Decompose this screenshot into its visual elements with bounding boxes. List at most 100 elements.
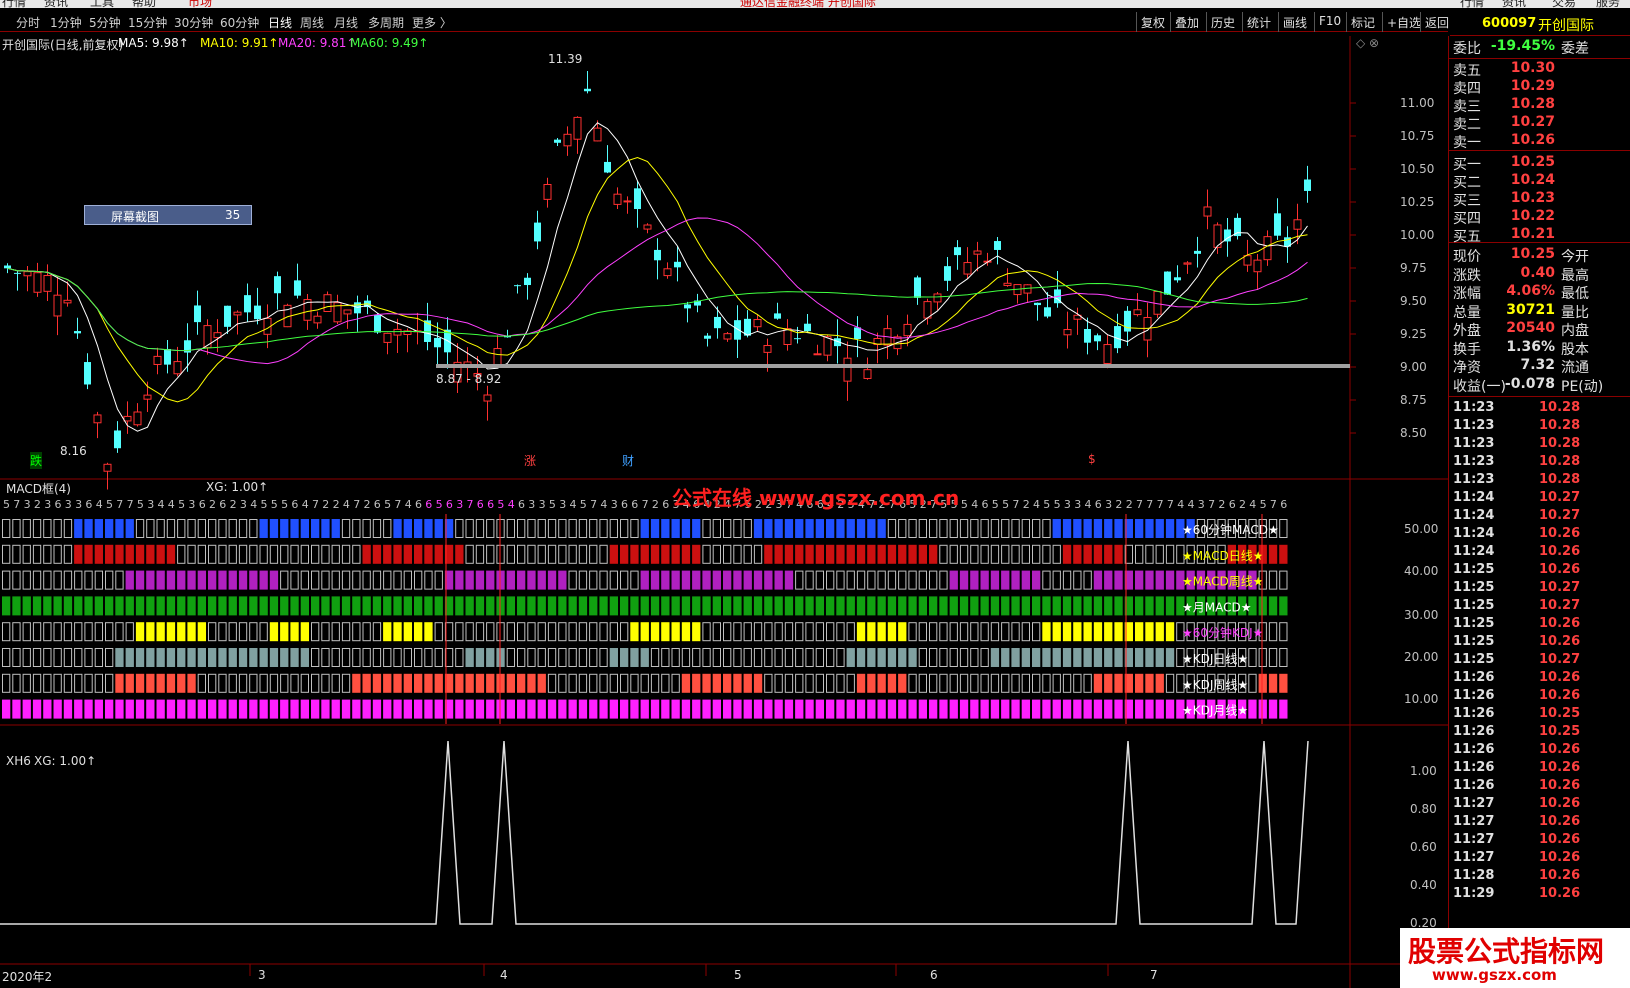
macd-cell — [547, 622, 557, 642]
macd-cell — [702, 699, 711, 719]
macd-cell — [743, 673, 752, 693]
macd-cell — [815, 622, 825, 642]
macd-cell — [578, 699, 588, 719]
bid-row: 买一 10.25 — [1453, 154, 1555, 173]
tick-row: 11:26 10.25 — [1453, 724, 1581, 739]
macd-cell — [424, 699, 433, 719]
candle-body — [103, 463, 112, 472]
legend-toggle-icon[interactable]: ◇ ⊗ — [1356, 36, 1379, 50]
period-more[interactable]: 更多 〉 — [412, 14, 452, 31]
period-30min[interactable]: 30分钟 — [174, 14, 213, 31]
tool-fuquan-button[interactable]: 复权 — [1136, 12, 1169, 32]
menu-item[interactable]: 资讯 — [44, 0, 68, 8]
macd-cell — [1032, 570, 1041, 590]
macd-cell — [1062, 648, 1072, 667]
tool-overlay-button[interactable]: 叠加 — [1170, 12, 1203, 32]
macd-cell — [372, 699, 382, 719]
chart-area[interactable]: 5732363364577534453626234555647224726574… — [0, 36, 1448, 988]
macd-cell — [300, 570, 310, 590]
tool-history-button[interactable]: 历史 — [1206, 12, 1239, 32]
menu-item[interactable]: 行情 — [2, 0, 26, 8]
candle-body — [944, 266, 951, 281]
macd-cell — [815, 648, 825, 667]
macd-cell — [650, 570, 660, 590]
price-tick: 9.75 — [1400, 261, 1427, 275]
menu-item[interactable]: 资讯 — [1502, 0, 1526, 8]
macd-cell — [959, 648, 969, 667]
macd-cell — [372, 596, 382, 616]
macd-cell — [115, 570, 124, 590]
tool-stats-button[interactable]: 统计 — [1242, 12, 1275, 32]
menu-item[interactable]: 服务 — [1596, 0, 1620, 8]
macd-cell — [1165, 519, 1175, 538]
macd-cell — [764, 544, 773, 564]
period-multi[interactable]: 多周期 — [368, 14, 404, 31]
period-1min[interactable]: 1分钟 — [50, 14, 82, 31]
macd-cell — [1268, 544, 1278, 564]
macd-cell — [156, 622, 165, 642]
period-15min[interactable]: 15分钟 — [128, 14, 167, 31]
chart-canvas[interactable]: 5732363364577534453626234555647224726574… — [0, 36, 1448, 988]
macd-cell — [1032, 544, 1041, 564]
macd-digit: 6 — [446, 498, 453, 511]
macd-digit: 2 — [1239, 498, 1246, 511]
macd-cell — [743, 699, 752, 719]
macd-cell — [63, 648, 73, 667]
menu-item[interactable]: 市场 — [188, 0, 212, 8]
screenshot-box[interactable]: 屏幕截图 35 — [84, 205, 252, 225]
macd-cell — [12, 699, 21, 719]
macd-cell — [187, 544, 196, 564]
macd-cell — [959, 544, 969, 564]
macd-cell — [2, 622, 11, 642]
macd-cell — [630, 699, 639, 719]
macd-cell — [1042, 673, 1051, 693]
macd-digit: 6 — [477, 498, 484, 511]
macd-cell — [856, 699, 866, 719]
macd-cell — [929, 544, 938, 564]
macd-cell — [259, 648, 268, 667]
stock-code: 600097 — [1482, 16, 1537, 31]
tool-back-button[interactable]: 返回 — [1420, 12, 1453, 32]
macd-cell — [671, 622, 680, 642]
macd-digit: 6 — [621, 498, 628, 511]
macd-cell — [424, 673, 433, 693]
macd-cell — [568, 519, 577, 538]
period-monthly[interactable]: 月线 — [334, 14, 358, 31]
period-5min[interactable]: 5分钟 — [89, 14, 121, 31]
ask-row: 卖五 10.30 — [1453, 60, 1555, 79]
tool-add-watchlist-button[interactable]: +自选 — [1382, 12, 1425, 32]
menu-item[interactable]: 行情 — [1460, 0, 1484, 8]
period-60min[interactable]: 60分钟 — [220, 14, 259, 31]
macd-cell — [290, 673, 299, 693]
macd-cell — [146, 622, 155, 642]
menu-item[interactable]: 交易 — [1552, 0, 1576, 8]
macd-cell — [105, 519, 114, 538]
macd-cell — [1279, 699, 1288, 719]
macd-cell — [331, 544, 340, 564]
menu-item[interactable]: 工具 — [90, 0, 114, 8]
macd-cell — [846, 699, 855, 719]
candle-body — [1034, 302, 1041, 306]
macd-cell — [547, 699, 557, 719]
tick-row: 11:28 10.26 — [1453, 868, 1581, 883]
macd-cell — [918, 570, 928, 590]
macd-cell — [74, 519, 83, 538]
macd-cell — [949, 596, 958, 616]
tool-draw-button[interactable]: 画线 — [1278, 12, 1311, 32]
macd-cell — [784, 519, 794, 538]
macd-cell — [84, 622, 93, 642]
macd-cell — [898, 596, 907, 616]
menu-item[interactable]: 帮助 — [132, 0, 156, 8]
period-daily[interactable]: 日线 — [268, 14, 292, 31]
candle-body — [194, 305, 201, 323]
period-fenshi[interactable]: 分时 — [16, 14, 40, 31]
macd-cell — [898, 673, 907, 693]
macd-cell — [146, 648, 155, 667]
macd-cell — [1011, 648, 1020, 667]
tool-f10-button[interactable]: F10 — [1314, 12, 1345, 32]
period-weekly[interactable]: 周线 — [300, 14, 324, 31]
macd-cell — [856, 648, 866, 667]
macd-cell — [764, 570, 773, 590]
tool-mark-button[interactable]: 标记 — [1346, 12, 1379, 32]
macd-cell — [908, 596, 917, 616]
